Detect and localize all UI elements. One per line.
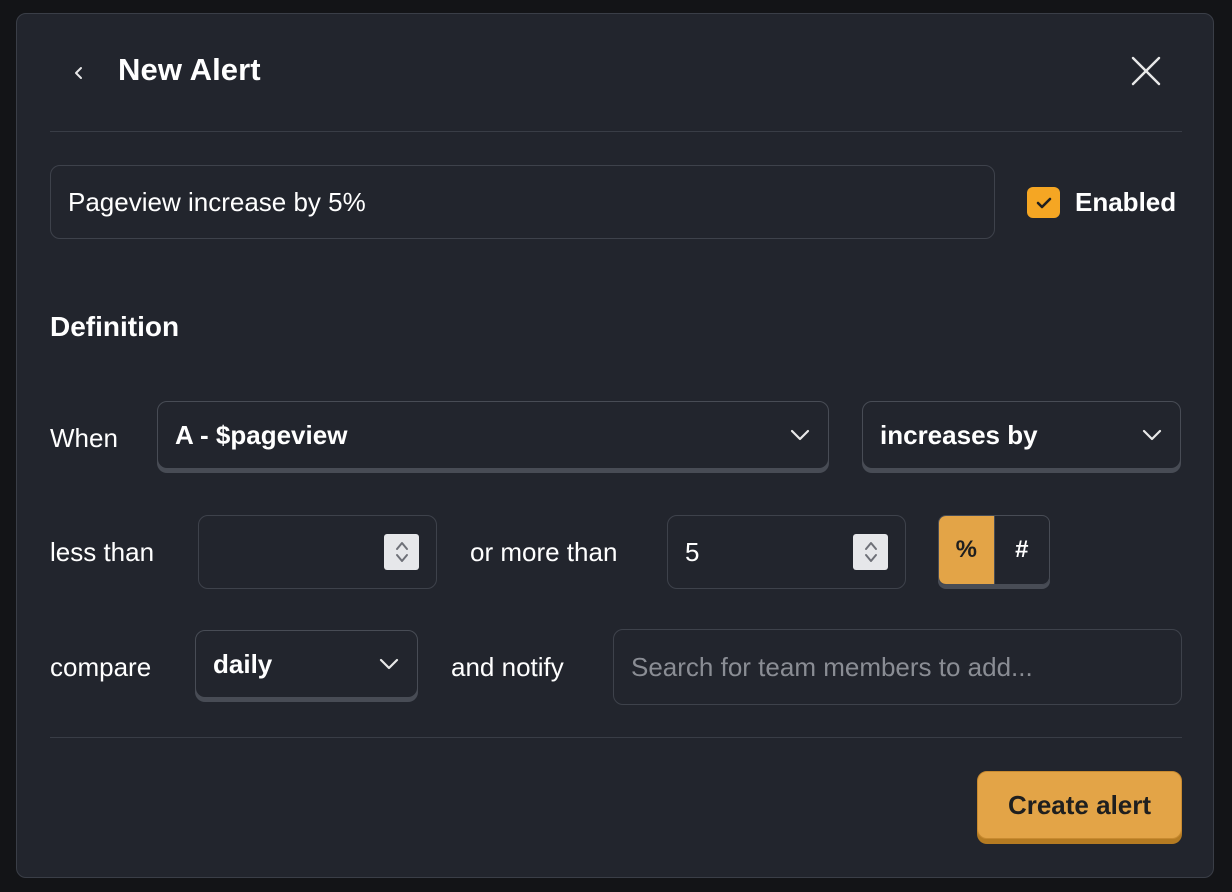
spinner-up-down-icon (864, 542, 877, 562)
chevron-left-icon (75, 67, 82, 79)
checkmark-icon (1036, 197, 1051, 208)
compare-label: compare (50, 652, 152, 682)
more-than-label: or more than (470, 537, 618, 567)
new-alert-modal: New Alert Enabled Definition When A - $p… (16, 13, 1214, 878)
more-than-spinner[interactable] (853, 534, 888, 570)
compare-select[interactable]: daily (195, 630, 418, 698)
compare-select-value: daily (213, 648, 273, 679)
series-select-value: A - $pageview (175, 419, 348, 450)
when-label: When (50, 423, 118, 453)
modal-title: New Alert (118, 52, 261, 87)
chevron-down-icon (790, 429, 810, 441)
series-select[interactable]: A - $pageview (157, 401, 829, 469)
less-than-label: less than (50, 537, 155, 567)
enabled-label: Enabled (1075, 187, 1177, 217)
more-than-input[interactable]: 5 (667, 515, 906, 589)
close-icon (1131, 56, 1161, 86)
definition-heading: Definition (50, 311, 180, 342)
chevron-down-icon (379, 658, 399, 670)
back-button[interactable] (65, 59, 93, 87)
notify-label: and notify (451, 652, 564, 682)
unit-toggle-group: % # (938, 515, 1050, 585)
close-button[interactable] (1127, 52, 1165, 90)
condition-select[interactable]: increases by (862, 401, 1181, 469)
create-alert-button[interactable]: Create alert (977, 771, 1182, 839)
less-than-spinner[interactable] (384, 534, 419, 570)
header-divider (50, 131, 1182, 132)
condition-select-value: increases by (880, 419, 1038, 450)
enabled-toggle[interactable]: Enabled (1027, 187, 1176, 218)
less-than-input[interactable] (198, 515, 437, 589)
count-toggle[interactable]: # (993, 516, 1050, 584)
spinner-up-down-icon (395, 542, 408, 562)
percent-toggle[interactable]: % (939, 516, 994, 584)
more-than-value: 5 (685, 536, 700, 567)
footer-divider (50, 737, 1182, 738)
alert-name-input[interactable] (50, 165, 995, 239)
chevron-down-icon (1142, 429, 1162, 441)
enabled-checkbox[interactable] (1027, 187, 1060, 218)
team-member-search-input[interactable] (613, 629, 1182, 705)
